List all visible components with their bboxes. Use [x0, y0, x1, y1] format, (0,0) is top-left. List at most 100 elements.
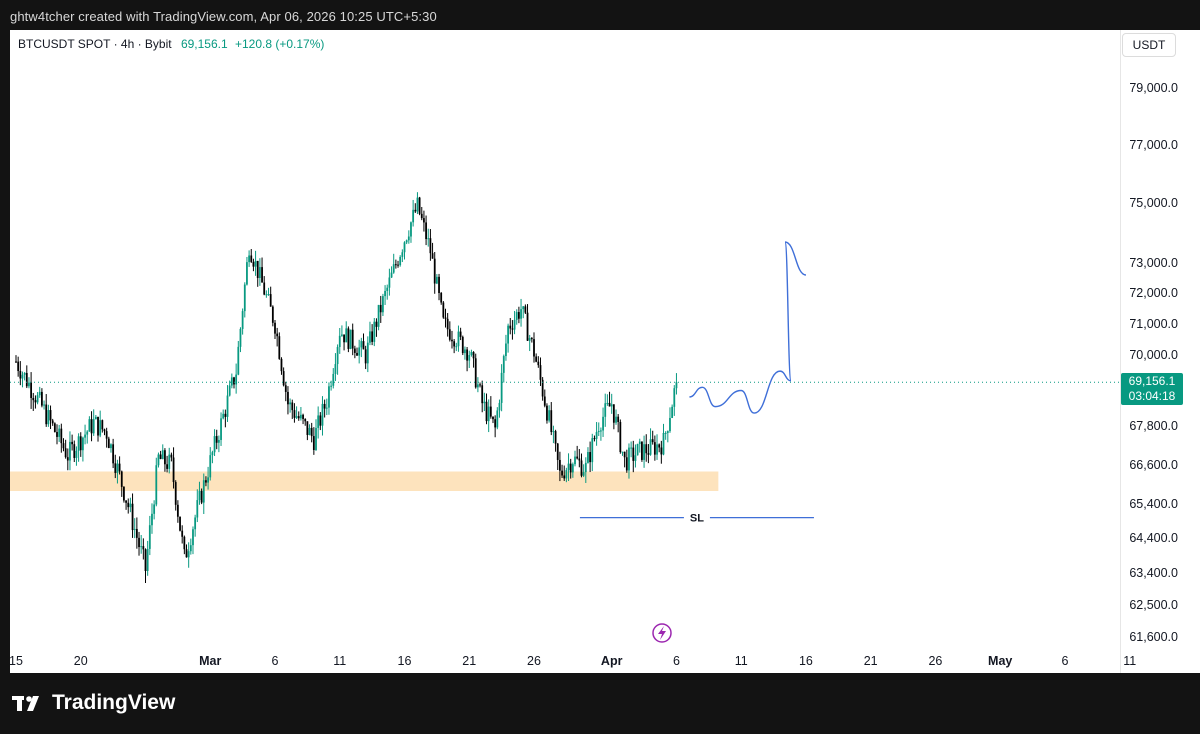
candle-body [513, 319, 516, 330]
candle-body [360, 341, 363, 348]
price-chart[interactable]: SL 79,000.0 77,000.0 75,000.0 73,000.0 72,00… [0, 0, 1200, 734]
candle-body [483, 401, 486, 404]
candle-body [371, 331, 374, 342]
candle-body [222, 413, 225, 419]
candle-body [159, 454, 162, 459]
candle-body [530, 338, 533, 340]
candle-body [498, 402, 501, 411]
candle-body [88, 419, 91, 432]
projection-drawing[interactable] [689, 241, 807, 414]
candle-body [315, 427, 317, 450]
candle-body [172, 457, 175, 483]
symbol-legend[interactable]: BTCUSDT SPOT · 4h · Bybit 69,156.1 +120.… [18, 37, 324, 51]
stop-loss-label: SL [690, 513, 704, 525]
candle-body [451, 339, 453, 342]
candle-body [205, 480, 207, 483]
candle-body [423, 218, 425, 223]
candle-body [630, 447, 633, 449]
candle-body [334, 364, 337, 374]
candle-body [19, 371, 22, 379]
x-tick-label: 26 [928, 654, 942, 668]
candle-body [43, 404, 45, 406]
candle-body [658, 444, 661, 448]
candle-body [302, 414, 304, 419]
candle-body [51, 420, 54, 424]
candle-body [671, 406, 674, 418]
sl-marker[interactable]: SL [579, 510, 814, 525]
candle-body [105, 431, 108, 439]
candle-body [634, 455, 637, 461]
candle-body [75, 450, 78, 458]
candle-body [107, 438, 110, 449]
candle-body [675, 382, 678, 389]
candle-body [608, 402, 611, 407]
candle-body [230, 377, 233, 386]
candle-body [543, 396, 546, 406]
candle-body [129, 503, 132, 508]
candle-body [645, 444, 648, 454]
candle-body [472, 352, 475, 359]
candle-body [116, 463, 119, 473]
candle-body [347, 328, 350, 349]
candle-body [481, 385, 484, 404]
candle-body [47, 410, 50, 425]
bar-countdown: 03:04:18 [1128, 389, 1176, 403]
candle-body [118, 463, 121, 472]
candle-body [502, 356, 505, 373]
candle-body [248, 255, 250, 263]
candle-body [32, 397, 35, 401]
candle-body [356, 352, 358, 356]
candle-body [397, 264, 399, 266]
event-marker[interactable] [652, 623, 672, 643]
candle-body [263, 282, 266, 295]
candle-body [312, 436, 315, 450]
currency-button[interactable]: USDT [1122, 33, 1176, 57]
x-tick-label: 11 [735, 654, 748, 668]
candle-body [386, 287, 389, 291]
candle-body [237, 346, 240, 375]
candle-body [479, 384, 481, 386]
candle-body [602, 416, 604, 431]
candle-body [401, 252, 404, 257]
candle-body [444, 317, 447, 319]
y-tick-label: 77,000.0 [1129, 138, 1178, 152]
candle-body [148, 525, 151, 549]
candle-body [321, 403, 324, 426]
candle-body [79, 436, 82, 451]
candle-body [638, 441, 641, 445]
candle-body [589, 452, 592, 463]
candle-body [466, 349, 468, 361]
candle-body [621, 451, 624, 453]
candle-body [336, 347, 339, 365]
y-tick-label: 62,500.0 [1129, 598, 1178, 612]
x-tick-label: 6 [272, 654, 279, 668]
candle-body [561, 470, 563, 476]
candle-body [410, 222, 412, 237]
x-tick-label: 26 [527, 654, 541, 668]
candle-body [500, 372, 503, 403]
candle-body [351, 329, 354, 349]
candle-body [317, 415, 320, 428]
candle-body [623, 451, 626, 458]
candle-body [291, 402, 294, 411]
candle-body [552, 431, 555, 433]
candle-body [213, 436, 216, 453]
candle-body [174, 482, 177, 505]
candle-body [429, 238, 432, 254]
candle-body [228, 385, 231, 396]
candle-body [112, 444, 115, 464]
candle-body [278, 336, 281, 359]
candle-body [593, 438, 596, 440]
candle-body [470, 352, 473, 356]
candle-body [600, 430, 602, 432]
candle-body [164, 450, 166, 465]
candle-body [604, 403, 607, 417]
candle-body [90, 419, 93, 434]
candle-body [522, 306, 525, 310]
x-tick-label: 21 [462, 654, 476, 668]
candle-body [546, 405, 548, 421]
candle-body [643, 444, 645, 460]
candle-body [233, 377, 235, 385]
candle-body [250, 255, 253, 262]
candle-body [293, 410, 296, 418]
